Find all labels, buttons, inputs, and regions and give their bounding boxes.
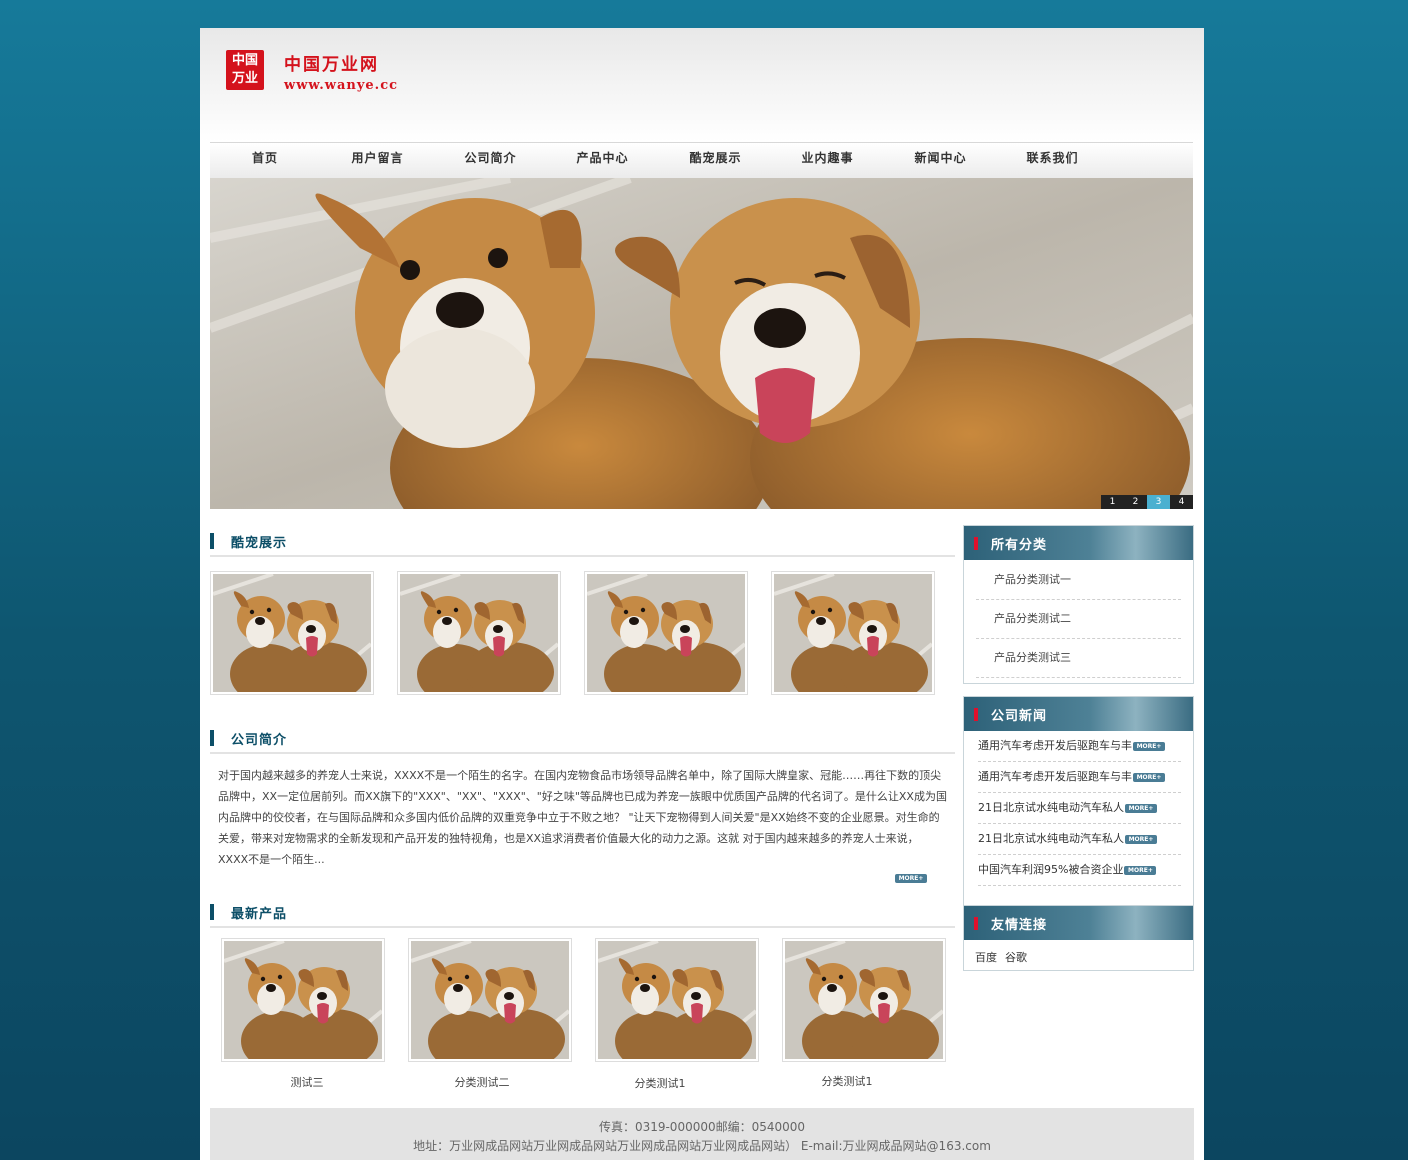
pet-image — [587, 574, 745, 692]
sidebar-categories-title: 所有分类 — [991, 538, 1048, 553]
sidebar-news-title: 公司新闻 — [991, 709, 1048, 724]
header: 中国 万业 中国万业网 www.wanye.cc — [200, 28, 1204, 142]
page-container: 中国 万业 中国万业网 www.wanye.cc 首页 用户留言 公司简介 产品… — [200, 28, 1204, 1160]
section-products-label: 最新产品 — [231, 907, 288, 922]
sidebar-links-header: 友情连接 — [964, 906, 1193, 940]
news-item[interactable]: 通用汽车考虑开发后驱跑车与丰 MORE+ — [978, 762, 1181, 793]
news-title: 21日北京试水纯电动汽车私人 — [978, 832, 1124, 845]
product-caption-3[interactable]: 分类测试1 — [578, 1075, 742, 1091]
main-nav: 首页 用户留言 公司简介 产品中心 酷宠展示 业内趣事 新闻中心 联系我们 — [210, 142, 1193, 178]
sidebar-categories: 所有分类 产品分类测试一 产品分类测试二 产品分类测试三 — [963, 525, 1194, 684]
nav-guestbook[interactable]: 用户留言 — [340, 143, 415, 177]
category-item[interactable]: 产品分类测试二 — [976, 600, 1181, 639]
pet-thumb-4[interactable] — [771, 571, 935, 695]
pet-image — [213, 574, 371, 692]
sidebar-categories-header: 所有分类 — [964, 526, 1193, 560]
slider-page-2[interactable]: 2 — [1124, 495, 1147, 509]
pet-thumb-3[interactable] — [584, 571, 748, 695]
nav-industry[interactable]: 业内趣事 — [790, 143, 865, 177]
product-caption-4[interactable]: 分类测试1 — [765, 1073, 929, 1089]
section-marker — [210, 730, 214, 746]
nav-contact[interactable]: 联系我们 — [1015, 143, 1090, 177]
product-image — [785, 941, 943, 1059]
news-item[interactable]: 21日北京试水纯电动汽车私人 MORE+ — [978, 793, 1181, 824]
pet-image — [774, 574, 932, 692]
product-image — [598, 941, 756, 1059]
section-pets-label: 酷宠展示 — [231, 536, 288, 551]
company-intro-text: 对于国内越来越多的养宠人士来说，XXXX不是一个陌生的名字。在国内宠物食品市场领… — [218, 769, 947, 866]
footer-fax-zip: 传真：0319-000000邮编：0540000 — [598, 1120, 806, 1134]
header-marker — [974, 917, 978, 930]
sidebar-links-title: 友情连接 — [991, 918, 1048, 933]
news-title: 通用汽车考虑开发后驱跑车与丰 — [978, 770, 1132, 783]
banner-puppies-image — [210, 178, 1193, 509]
category-item[interactable]: 产品分类测试三 — [976, 639, 1181, 678]
section-marker — [210, 533, 214, 549]
more-badge[interactable]: MORE+ — [1125, 834, 1157, 844]
intro-more-link[interactable]: MORE+ — [895, 871, 927, 885]
pet-image — [400, 574, 558, 692]
section-products-title: 最新产品 — [210, 896, 955, 928]
section-intro-title: 公司简介 — [210, 722, 955, 754]
product-image — [224, 941, 382, 1059]
news-item[interactable]: 中国汽车利润95%被合资企业 MORE+ — [978, 855, 1181, 886]
nav-about[interactable]: 公司简介 — [453, 143, 528, 177]
section-marker — [210, 904, 214, 920]
news-title: 21日北京试水纯电动汽车私人 — [978, 801, 1124, 814]
category-item[interactable]: 产品分类测试一 — [976, 561, 1181, 600]
news-list: 通用汽车考虑开发后驱跑车与丰 MORE+ 通用汽车考虑开发后驱跑车与丰 MORE+ … — [964, 731, 1193, 886]
news-item[interactable]: 21日北京试水纯电动汽车私人 MORE+ — [978, 824, 1181, 855]
sidebar-news-header: 公司新闻 — [964, 697, 1193, 731]
slider-page-4[interactable]: 4 — [1170, 495, 1193, 509]
logo-seal-line2: 万业 — [231, 71, 258, 86]
slider-page-3[interactable]: 3 — [1147, 495, 1170, 509]
product-thumb-2[interactable] — [408, 938, 572, 1062]
more-badge: MORE+ — [895, 874, 927, 883]
nav-products[interactable]: 产品中心 — [565, 143, 640, 177]
product-thumb-4[interactable] — [782, 938, 946, 1062]
banner-slider[interactable]: 1234 — [210, 178, 1193, 509]
slider-pagination: 1234 — [1101, 495, 1193, 509]
product-caption-2[interactable]: 分类测试二 — [400, 1074, 564, 1090]
more-badge[interactable]: MORE+ — [1133, 772, 1165, 782]
news-title: 中国汽车利润95%被合资企业 — [978, 863, 1124, 876]
category-list: 产品分类测试一 产品分类测试二 产品分类测试三 — [964, 560, 1193, 678]
slider-page-1[interactable]: 1 — [1101, 495, 1124, 509]
pet-thumb-1[interactable] — [210, 571, 374, 695]
friend-links: 百度 谷歌 — [964, 940, 1193, 972]
nav-pets[interactable]: 酷宠展示 — [678, 143, 753, 177]
product-image — [411, 941, 569, 1059]
pet-thumb-2[interactable] — [397, 571, 561, 695]
more-badge[interactable]: MORE+ — [1133, 741, 1165, 751]
section-pets-title: 酷宠展示 — [210, 525, 955, 557]
footer-address-email: 地址：万业网成品网站万业网成品网站万业网成品网站万业网成品网站） E-mail:… — [413, 1139, 991, 1153]
product-thumb-1[interactable] — [221, 938, 385, 1062]
news-item[interactable]: 通用汽车考虑开发后驱跑车与丰 MORE+ — [978, 731, 1181, 762]
more-badge[interactable]: MORE+ — [1124, 865, 1157, 875]
link-baidu[interactable]: 百度 — [975, 951, 997, 964]
link-google[interactable]: 谷歌 — [1005, 951, 1027, 964]
logo-name: 中国万业网 — [284, 55, 379, 75]
product-thumb-3[interactable] — [595, 938, 759, 1062]
more-badge[interactable]: MORE+ — [1125, 803, 1157, 813]
header-marker — [974, 708, 978, 721]
product-caption-1[interactable]: 测试三 — [225, 1074, 389, 1090]
news-title: 通用汽车考虑开发后驱跑车与丰 — [978, 739, 1132, 752]
logo-url: www.wanye.cc — [284, 78, 399, 93]
sidebar-links: 友情连接 百度 谷歌 — [963, 905, 1194, 971]
nav-home[interactable]: 首页 — [230, 143, 300, 177]
logo-seal-line1: 中国 — [231, 53, 258, 68]
logo-seal: 中国 万业 — [226, 50, 264, 90]
header-marker — [974, 537, 978, 550]
section-intro-label: 公司简介 — [231, 733, 288, 748]
sidebar-news: 公司新闻 通用汽车考虑开发后驱跑车与丰 MORE+ 通用汽车考虑开发后驱跑车与丰 M… — [963, 696, 1194, 908]
footer: 传真：0319-000000邮编：0540000 地址：万业网成品网站万业网成品… — [210, 1108, 1194, 1160]
site-logo[interactable]: 中国 万业 中国万业网 www.wanye.cc — [226, 50, 406, 98]
nav-news[interactable]: 新闻中心 — [903, 143, 978, 177]
